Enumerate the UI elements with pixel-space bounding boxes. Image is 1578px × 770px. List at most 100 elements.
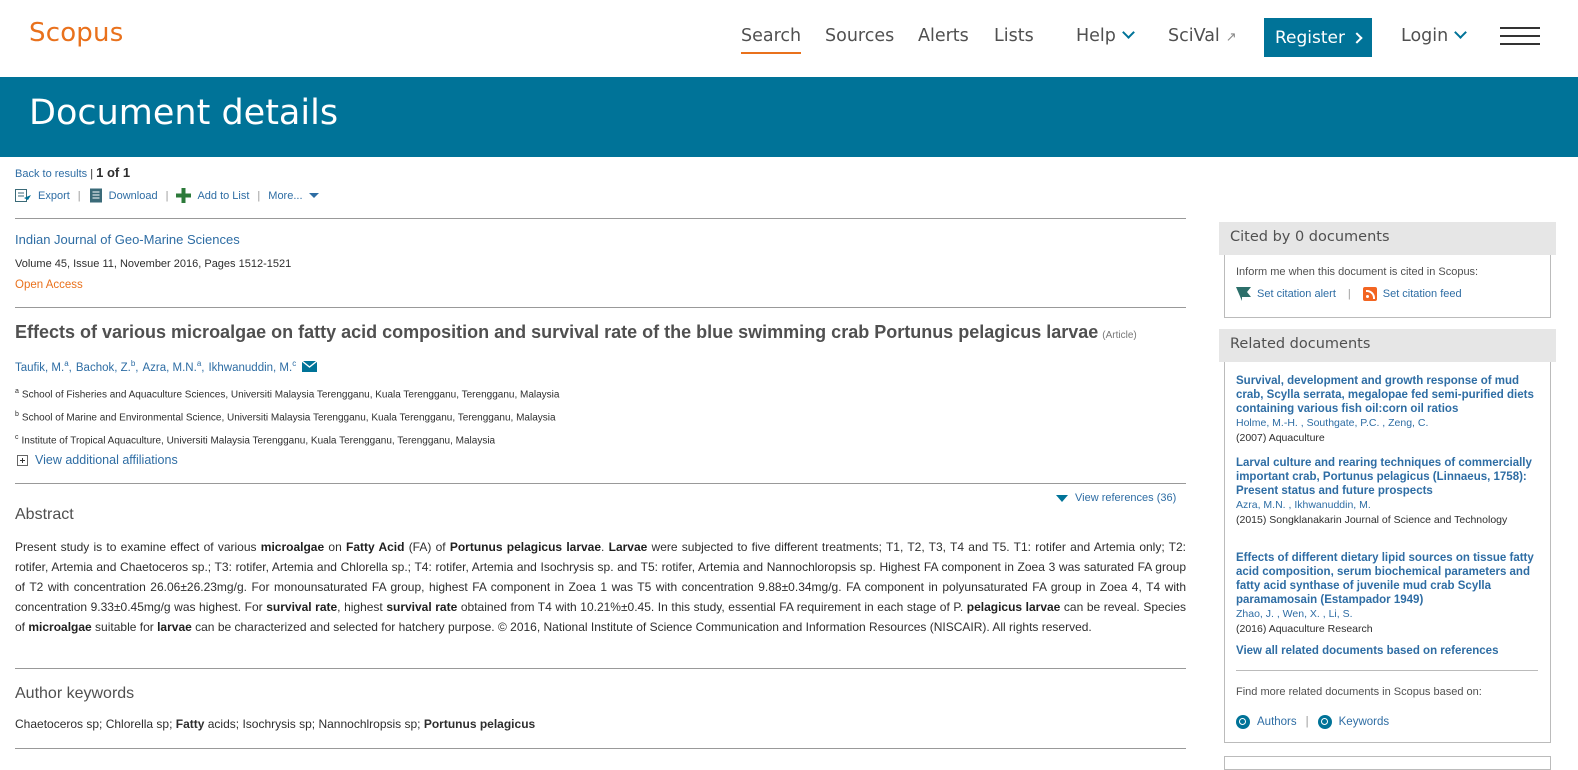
affiliation-marker: b [15,411,19,418]
view-affiliations-label: View additional affiliations [35,453,178,467]
search-icon [1317,715,1332,729]
chevron-down-icon [1454,26,1468,39]
related-document-authors[interactable]: Azra, M.N. , Ikhwanuddin, M. [1236,499,1536,511]
nav-login[interactable]: Login [1401,26,1468,46]
caret-down-icon [308,193,319,198]
view-additional-affiliations[interactable]: View additional affiliations [17,453,178,467]
related-document-year: (2015) [1236,514,1267,526]
author-affiliation-marker: b [130,359,136,368]
highlighted-term: Fatty [175,717,205,731]
set-citation-alert-label: Set citation alert [1257,288,1336,300]
nav-search[interactable]: Search [741,26,802,54]
text-segment: can be characterized and selected for ha… [191,620,1092,634]
register-button[interactable]: Register [1264,18,1372,57]
nav-sources[interactable]: Sources [825,26,894,46]
nav-login-label: Login [1401,26,1449,46]
highlighted-term: survival rate [266,600,338,614]
related-document-journal: Aquaculture [1268,432,1325,444]
set-citation-feed-label: Set citation feed [1382,288,1462,300]
separator: | [90,168,94,180]
top-navigation: Scopus Search Sources Alerts Lists Help … [0,0,1578,77]
author-link[interactable]: Taufik, M.a, [15,359,72,374]
author-name: Bachok, Z. [75,361,131,374]
plus-icon [176,188,192,203]
register-label: Register [1275,27,1345,48]
nav-scival-label: SciVal [1168,26,1220,46]
export-button[interactable]: Export [15,189,70,202]
set-citation-feed-link[interactable]: Set citation feed [1362,287,1462,301]
view-references-link[interactable]: View references (36) [1056,492,1176,504]
nav-help-label: Help [1076,26,1116,46]
highlighted-term: Portunus pelagicus larvae [449,540,602,554]
related-document-journal: Songklanakarin Journal of Science and Te… [1269,514,1508,526]
set-citation-alert-link[interactable]: Set citation alert [1236,287,1336,301]
journal-link[interactable]: Indian Journal of Geo-Marine Sciences [15,232,240,247]
related-document-title[interactable]: Effects of different dietary lipid sourc… [1236,551,1536,607]
chevron-down-icon [1122,26,1135,39]
find-by-keywords-link[interactable]: Keywords [1317,715,1389,729]
text-segment: Chaetoceros sp; Chlorella sp; [15,717,176,731]
text-segment: suitable for [91,620,158,634]
find-by-authors-link[interactable]: Authors [1236,715,1297,729]
find-more-text: Find more related documents in Scopus ba… [1236,686,1482,698]
nav-help[interactable]: Help [1076,26,1135,46]
affiliation: a School of Fisheries and Aquaculture Sci… [15,388,559,400]
text-segment: (FA) of [404,540,450,554]
related-document-year: (2007) [1236,432,1267,444]
citation-actions: Set citation alert | Set citation feed [1236,287,1462,301]
nav-scival[interactable]: SciVal ↗ [1168,26,1237,46]
nav-lists[interactable]: Lists [994,26,1034,46]
divider [15,483,1186,484]
view-all-related-link[interactable]: View all related documents based on refe… [1236,645,1498,657]
keywords-heading: Author keywords [15,685,135,702]
download-button[interactable]: Download [89,188,158,203]
abstract-text: Present study is to examine effect of va… [15,537,1186,637]
related-document-authors[interactable]: Zhao, J. , Wen, X. , Li, S. [1236,608,1536,620]
divider [15,218,1186,219]
add-to-list-button[interactable]: Add to List [176,188,249,203]
rss-icon [1362,287,1377,301]
author-link[interactable]: Ikhwanuddin, M.c [208,359,296,374]
separator: | [1347,288,1351,300]
result-position: 1 of 1 [96,165,131,180]
related-document-journal: Aquaculture Research [1268,623,1373,635]
citation-inform-text: Inform me when this document is cited in… [1236,266,1479,278]
related-document: Effects of different dietary lipid sourc… [1236,551,1536,635]
volume-info: Volume 45, Issue 11, November 2016, Page… [15,258,292,270]
view-references-label: View references (36) [1075,492,1177,504]
separator: | [257,189,261,202]
author-link[interactable]: Azra, M.N.a, [143,359,205,374]
highlighted-term: Larvae [608,540,648,554]
expand-icon [17,454,28,466]
triangle-down-icon [1056,494,1068,502]
highlighted-term: microalgae [260,540,325,554]
separator: | [1305,716,1309,728]
find-authors-label: Authors [1257,716,1297,728]
document-title: Effects of various microalgae on fatty a… [15,322,1137,343]
related-document-title[interactable]: Larval culture and rearing techniques of… [1236,456,1536,498]
related-document-year: (2016) [1236,623,1267,635]
text-segment: . [601,540,609,554]
author-affiliation-marker: a [196,359,202,368]
more-menu[interactable]: More... [268,190,319,202]
nav-alerts[interactable]: Alerts [918,26,969,46]
open-access-badge: Open Access [15,279,83,291]
page-banner: Document details [0,77,1578,157]
author-affiliation-marker: a [64,359,69,368]
affiliation: c Institute of Tropical Aquaculture, Univ… [15,434,495,446]
highlighted-term: survival rate [386,600,458,614]
author-link[interactable]: Bachok, Z.b, [76,359,139,374]
text-segment: acids; Isochrysis sp; Nannochlropsis sp; [204,717,424,731]
chevron-right-icon [1351,31,1363,44]
affiliation-text: Institute of Tropical Aquaculture, Unive… [21,435,496,447]
related-document-source: (2015) Songklanakarin Journal of Science… [1236,514,1536,526]
related-document-authors[interactable]: Holme, M.-H. , Southgate, P.C. , Zeng, C… [1236,417,1536,429]
document-type: (Article) [1102,330,1137,341]
email-icon[interactable] [302,360,318,372]
hamburger-menu-icon[interactable] [1500,27,1540,47]
abstract-heading: Abstract [15,506,74,523]
back-to-results-link[interactable]: Back to results [15,168,87,180]
scopus-logo[interactable]: Scopus [29,18,123,48]
export-icon [15,189,31,202]
related-document-title[interactable]: Survival, development and growth respons… [1236,374,1536,416]
